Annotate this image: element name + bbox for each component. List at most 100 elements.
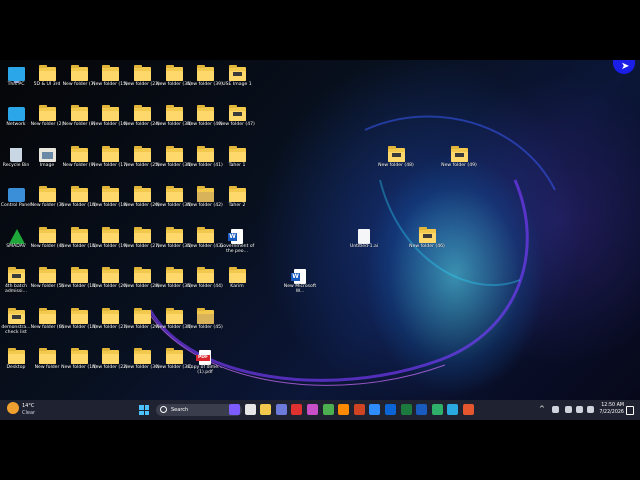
folder-icon bbox=[71, 227, 88, 243]
folder-icon bbox=[8, 348, 25, 364]
desktop-folder[interactable]: Taher 1 bbox=[222, 146, 252, 188]
bin-icon bbox=[10, 148, 22, 162]
folder-icon bbox=[134, 146, 151, 162]
desktop-icon-label: Copy of dime... (1).pdf bbox=[187, 365, 223, 376]
folder-icon bbox=[197, 65, 214, 81]
folder-icon bbox=[197, 267, 214, 283]
folder-icon bbox=[71, 308, 88, 324]
screen: ➤ This PC Network Recycle Bin Control Panel… bbox=[0, 0, 640, 480]
folder-icon bbox=[71, 105, 88, 121]
folder-icon bbox=[229, 186, 246, 202]
desktop-icon-label: USE Image 1 bbox=[222, 82, 252, 87]
img-icon bbox=[39, 148, 56, 162]
folder-icon bbox=[39, 267, 56, 283]
snipping-icon[interactable] bbox=[307, 404, 318, 415]
pc-icon bbox=[8, 67, 25, 83]
desktop-folder[interactable]: Taher 2 bbox=[222, 186, 252, 228]
file-explorer-icon[interactable] bbox=[260, 404, 272, 415]
folder-icon bbox=[166, 65, 183, 81]
folder-icon bbox=[39, 227, 56, 243]
photoshop-icon[interactable] bbox=[447, 404, 459, 415]
desktop-icon-label: New folder (49) bbox=[441, 163, 477, 168]
folder-icon bbox=[197, 227, 214, 243]
battery-icon[interactable] bbox=[587, 406, 594, 413]
folder-icon bbox=[102, 65, 119, 81]
folder-icon bbox=[166, 186, 183, 202]
folder-icon bbox=[388, 146, 405, 162]
desktop-icon-label: New Microsoft W... bbox=[283, 284, 317, 295]
chrome-alt-icon[interactable] bbox=[463, 404, 474, 415]
folder-icon bbox=[166, 146, 183, 162]
folder-icon bbox=[166, 105, 183, 121]
notification-bell-icon[interactable] bbox=[626, 406, 634, 415]
microphone-icon[interactable] bbox=[552, 406, 559, 413]
tray-chevron-icon[interactable]: ^ bbox=[539, 404, 545, 418]
desktop-folder[interactable]: Karim bbox=[222, 267, 252, 309]
folder-icon bbox=[71, 146, 88, 162]
edge-icon[interactable] bbox=[369, 404, 381, 415]
mail-icon[interactable] bbox=[275, 404, 287, 415]
folder-icon bbox=[39, 105, 56, 121]
folder-icon bbox=[39, 308, 56, 324]
outlook-icon[interactable] bbox=[385, 404, 396, 415]
excel-icon[interactable] bbox=[400, 404, 412, 415]
folder-icon bbox=[166, 348, 183, 364]
wifi-icon[interactable] bbox=[565, 406, 572, 413]
powerpoint-icon[interactable] bbox=[353, 404, 365, 415]
task-view-icon[interactable] bbox=[244, 404, 256, 415]
desktop-folder[interactable]: USE Image 1 bbox=[222, 65, 252, 107]
folder-icon bbox=[229, 65, 246, 81]
desktop-folder[interactable]: New folder (45) bbox=[187, 308, 223, 350]
illustrator-icon[interactable] bbox=[338, 404, 350, 415]
folder-icon bbox=[134, 348, 151, 364]
desktop-icon-label: Government of the peo... bbox=[219, 244, 255, 255]
opera-icon[interactable] bbox=[291, 404, 303, 415]
folder-icon bbox=[197, 105, 214, 121]
folder-icon bbox=[197, 186, 214, 202]
net-icon bbox=[8, 107, 25, 121]
search-label: Search bbox=[171, 407, 189, 413]
word-icon[interactable] bbox=[416, 404, 428, 415]
folder-icon bbox=[166, 227, 183, 243]
folder-icon bbox=[229, 267, 246, 283]
volume-icon[interactable] bbox=[576, 406, 583, 413]
desktop[interactable]: ➤ This PC Network Recycle Bin Control Panel… bbox=[0, 60, 640, 400]
desktop-icon[interactable]: PDF Copy of dime... (1).pdf bbox=[188, 350, 222, 390]
folder-icon bbox=[134, 105, 151, 121]
desktop-folder[interactable]: New folder (48) bbox=[378, 146, 414, 188]
folder-icon bbox=[229, 146, 246, 162]
chrome-icon[interactable] bbox=[322, 404, 334, 415]
desktop-icon-label: New folder (45) bbox=[187, 325, 223, 330]
folder-icon bbox=[134, 186, 151, 202]
desktop-icon-label: New folder (46) bbox=[409, 244, 445, 249]
desktop-icon-label: New folder (47) bbox=[219, 122, 255, 127]
folder-icon bbox=[229, 105, 246, 121]
weather-condition[interactable]: Clear bbox=[22, 410, 52, 424]
word-icon: W bbox=[291, 269, 306, 284]
folder-icon bbox=[166, 267, 183, 283]
folder-icon bbox=[166, 308, 183, 324]
folder-icon bbox=[102, 105, 119, 121]
folder-icon bbox=[71, 65, 88, 81]
desktop-folder[interactable]: New folder (46) bbox=[409, 227, 445, 269]
desktop-icon[interactable]: W New Microsoft W... bbox=[284, 269, 316, 309]
desktop-folder[interactable]: New folder (49) bbox=[441, 146, 477, 188]
copilot-icon[interactable] bbox=[229, 404, 240, 415]
desktop-icon[interactable]: W Government of the peo... bbox=[220, 229, 254, 269]
desktop-icon-label: Karim bbox=[230, 284, 244, 289]
desktop-icon[interactable]: Untitled-1.ai bbox=[349, 229, 379, 269]
weather-icon[interactable] bbox=[7, 402, 19, 414]
folder-icon bbox=[419, 227, 436, 243]
folder-icon bbox=[102, 186, 119, 202]
folder-icon bbox=[451, 146, 468, 162]
folder-icon bbox=[197, 146, 214, 162]
folder-icon bbox=[102, 146, 119, 162]
desktop-icon-label: Taher 1 bbox=[228, 163, 246, 168]
folder-icon bbox=[8, 267, 25, 283]
clock-date[interactable]: 7/22/2026 bbox=[598, 410, 624, 424]
edge-dev-icon[interactable] bbox=[431, 404, 443, 415]
doc-icon bbox=[358, 229, 370, 244]
start-button[interactable] bbox=[139, 405, 149, 415]
desktop-folder[interactable]: New folder (47) bbox=[219, 105, 255, 147]
pdf-icon: PDF bbox=[196, 350, 211, 365]
